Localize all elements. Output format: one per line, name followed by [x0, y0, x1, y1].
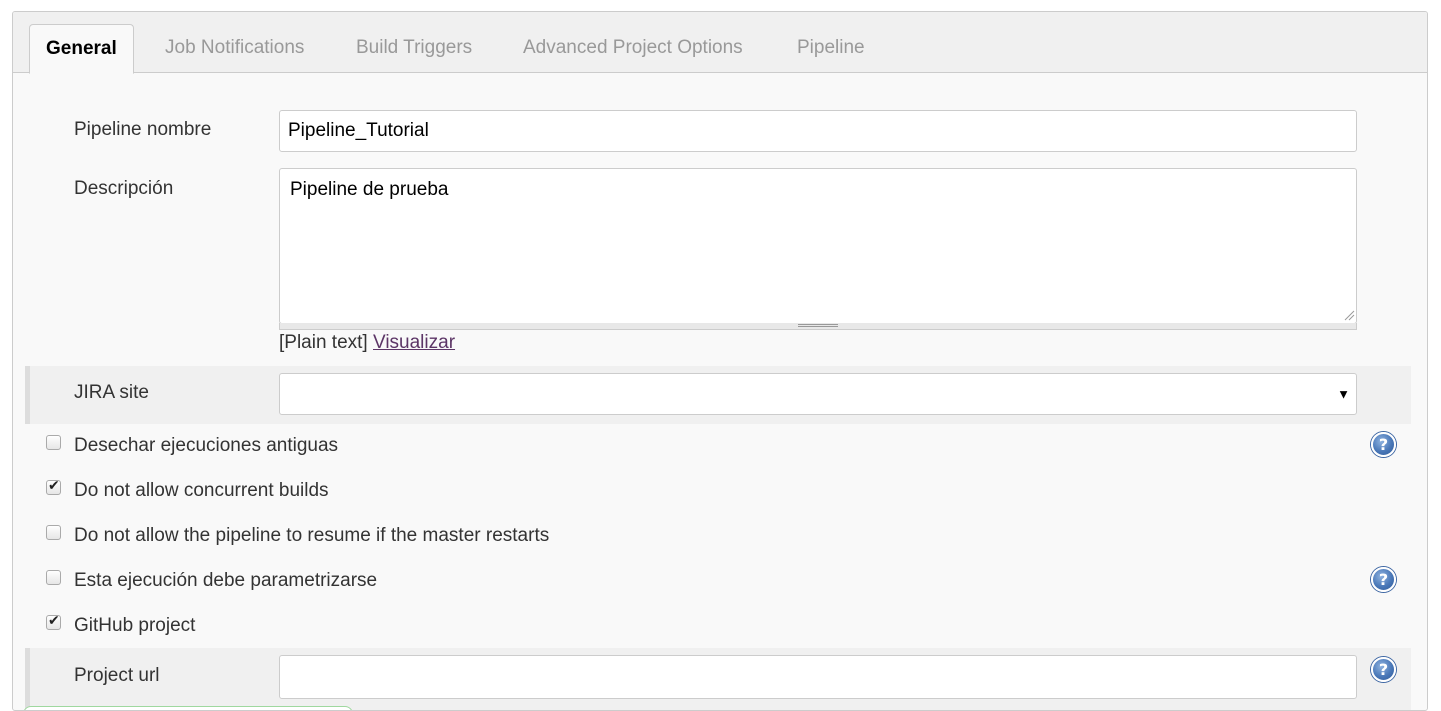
- jira-site-label: JIRA site: [74, 382, 149, 403]
- help-icon[interactable]: ?: [1371, 432, 1396, 457]
- discard-old-builds-label: Desechar ejecuciones antiguas: [74, 435, 339, 456]
- bottom-bar-edge: [23, 706, 353, 710]
- github-project-checkbox[interactable]: ✔: [46, 613, 61, 630]
- project-url-input[interactable]: [279, 655, 1357, 699]
- tab-general[interactable]: General: [29, 24, 134, 74]
- pipeline-name-label: Pipeline nombre: [74, 119, 212, 140]
- description-textarea[interactable]: Pipeline de prueba: [279, 168, 1357, 324]
- tab-build-triggers[interactable]: Build Triggers: [340, 24, 488, 74]
- description-format-hint: [Plain text] Visualizar: [279, 332, 455, 354]
- no-concurrent-builds-checkbox[interactable]: ✔: [46, 478, 61, 495]
- config-tab-bar: General Job Notifications Build Triggers…: [13, 12, 1427, 74]
- checkmark-icon: ✔: [48, 613, 60, 629]
- visualize-link[interactable]: Visualizar: [373, 332, 455, 353]
- drag-grip-icon: [798, 324, 838, 327]
- format-plain-text: [Plain text]: [279, 332, 368, 353]
- textarea-resize-bar[interactable]: [279, 323, 1357, 330]
- pipeline-name-input[interactable]: [279, 110, 1357, 152]
- checkmark-icon: ✔: [48, 478, 60, 494]
- tab-job-notifications[interactable]: Job Notifications: [149, 24, 320, 74]
- job-config-panel: General Job Notifications Build Triggers…: [12, 11, 1428, 711]
- tab-pipeline[interactable]: Pipeline: [781, 24, 881, 74]
- parameterized-label: Esta ejecución debe parametrizarse: [74, 570, 378, 591]
- parameterized-checkbox[interactable]: [46, 570, 61, 585]
- tab-advanced-project-options[interactable]: Advanced Project Options: [507, 24, 759, 74]
- resize-handle-icon[interactable]: [1343, 309, 1355, 321]
- help-icon[interactable]: ?: [1371, 657, 1396, 682]
- github-project-label: GitHub project: [74, 615, 196, 636]
- project-url-label: Project url: [74, 665, 160, 686]
- no-concurrent-builds-label: Do not allow concurrent builds: [74, 480, 329, 501]
- discard-old-builds-checkbox[interactable]: [46, 435, 61, 450]
- jira-site-select[interactable]: ▼: [279, 373, 1357, 415]
- no-resume-checkbox[interactable]: [46, 525, 61, 540]
- help-icon[interactable]: ?: [1371, 567, 1396, 592]
- no-resume-label: Do not allow the pipeline to resume if t…: [74, 525, 550, 546]
- chevron-down-icon: ▼: [1337, 386, 1350, 402]
- description-label: Descripción: [74, 178, 174, 199]
